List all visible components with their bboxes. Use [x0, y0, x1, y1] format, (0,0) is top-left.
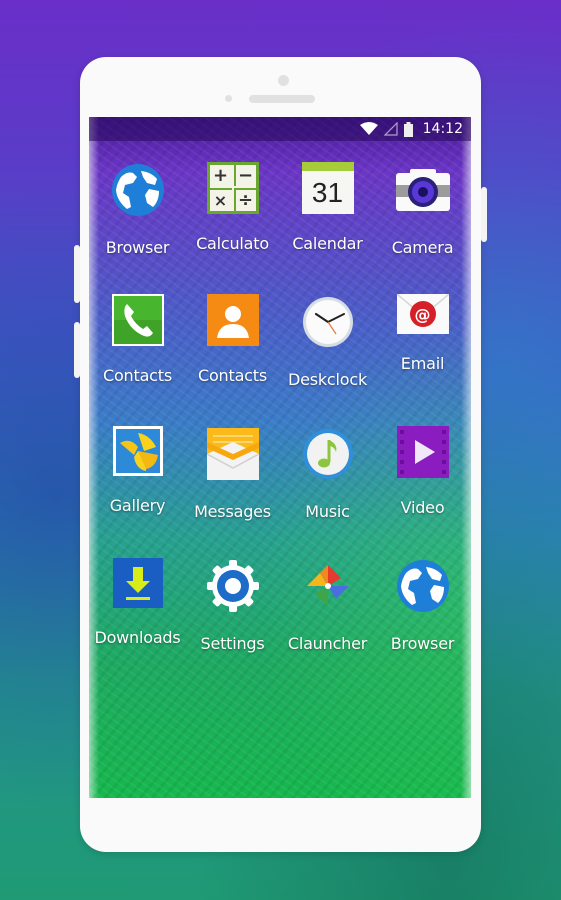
globe-icon	[110, 162, 166, 218]
email-icon: @	[396, 294, 449, 334]
envelope-icon	[205, 426, 261, 482]
music-note-icon	[300, 426, 356, 482]
app-video[interactable]: Video	[375, 426, 470, 558]
app-label: Contacts	[198, 366, 267, 385]
gallery-icon	[112, 426, 163, 476]
app-label: Clauncher	[287, 634, 368, 653]
gear-icon	[205, 558, 261, 614]
app-grid: Browser + − × ÷ Calculato 31 Calendar Ca…	[89, 162, 471, 690]
home-screen: 14:12 Browser + − × ÷ Calculato 31 Calen…	[89, 117, 471, 798]
app-gallery[interactable]: Gallery	[90, 426, 185, 558]
calendar-icon: 31	[301, 162, 354, 214]
proximity-sensor	[225, 95, 232, 102]
calculator-icon: + − × ÷	[206, 162, 259, 214]
app-settings[interactable]: Settings	[185, 558, 280, 690]
app-deskclock[interactable]: Deskclock	[280, 294, 375, 426]
app-label: Calculato	[196, 234, 269, 253]
app-browser[interactable]: Browser	[90, 162, 185, 294]
app-browser-2[interactable]: Browser	[375, 558, 470, 690]
app-label: Email	[400, 354, 445, 373]
app-calendar[interactable]: 31 Calendar	[280, 162, 375, 294]
clock-time: 14:12	[422, 121, 463, 137]
app-label: Messages	[194, 502, 271, 521]
power-button	[481, 187, 487, 242]
app-label: Browser	[105, 238, 170, 257]
contact-person-icon	[206, 294, 259, 346]
app-label: Camera	[391, 238, 454, 257]
app-messages[interactable]: Messages	[185, 426, 280, 558]
app-contacts-phone[interactable]: Contacts	[90, 294, 185, 426]
app-clauncher[interactable]: Clauncher	[280, 558, 375, 690]
app-email[interactable]: @ Email	[375, 294, 470, 426]
app-contacts-person[interactable]: Contacts	[185, 294, 280, 426]
app-label: Browser	[390, 634, 455, 653]
clock-icon	[300, 294, 356, 350]
earpiece-speaker	[249, 95, 315, 103]
wifi-icon	[359, 122, 378, 136]
volume-up-button	[74, 245, 80, 303]
volume-down-button	[74, 322, 80, 378]
app-camera[interactable]: Camera	[375, 162, 470, 294]
app-downloads[interactable]: Downloads	[90, 558, 185, 690]
app-label: Downloads	[94, 628, 181, 647]
app-label: Contacts	[103, 366, 172, 385]
pinwheel-icon	[300, 558, 356, 614]
signal-icon	[383, 122, 398, 136]
app-label: Settings	[200, 634, 265, 653]
phone-icon	[111, 294, 164, 346]
front-camera	[278, 75, 289, 86]
app-label: Music	[305, 502, 350, 521]
app-calculator[interactable]: + − × ÷ Calculato	[185, 162, 280, 294]
status-bar: 14:12	[89, 117, 471, 141]
download-icon	[112, 558, 163, 608]
app-label: Video	[400, 498, 445, 517]
globe-icon	[395, 558, 451, 614]
battery-icon	[403, 121, 413, 137]
app-label: Gallery	[109, 496, 166, 515]
app-label: Deskclock	[287, 370, 368, 389]
app-music[interactable]: Music	[280, 426, 375, 558]
app-label: Calendar	[292, 234, 363, 253]
camera-icon	[395, 162, 451, 218]
video-play-icon	[396, 426, 449, 478]
